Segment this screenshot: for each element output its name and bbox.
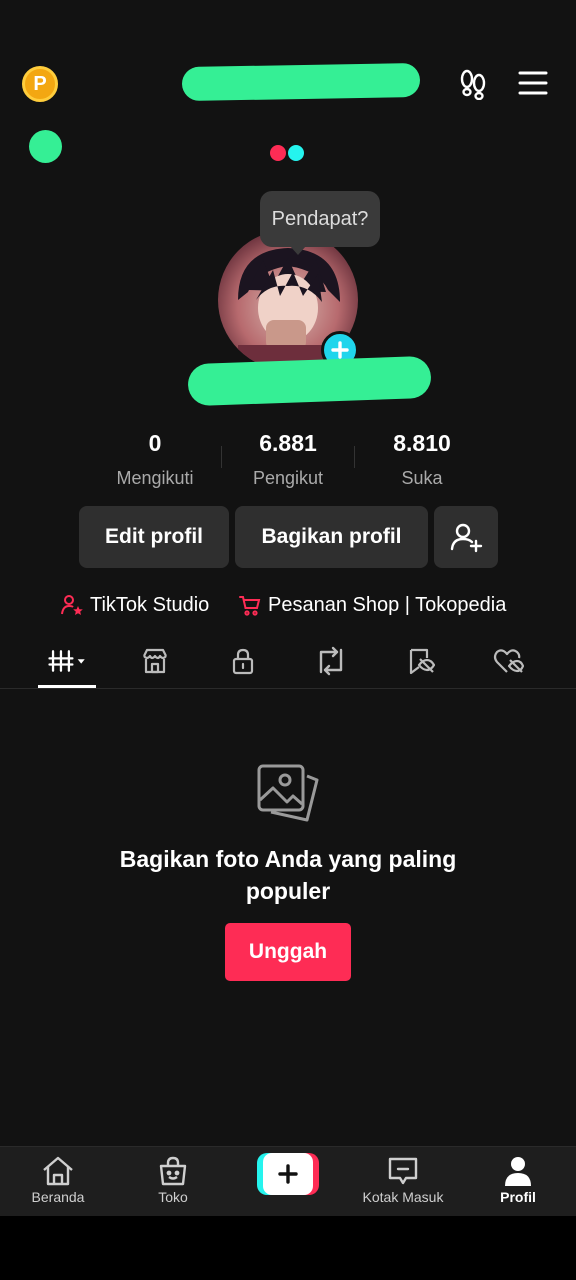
stat-likes[interactable]: 8.810 Suka bbox=[357, 430, 487, 489]
redacted-display-name bbox=[187, 355, 432, 407]
feedback-tooltip[interactable]: Pendapat? bbox=[260, 191, 380, 255]
shop-orders-link[interactable]: Pesanan Shop | Tokopedia bbox=[238, 592, 506, 618]
nav-inbox[interactable]: Kotak Masuk bbox=[348, 1155, 458, 1205]
shopping-bag-icon bbox=[159, 1156, 187, 1186]
tab-private[interactable] bbox=[221, 643, 265, 679]
likes-label: Suka bbox=[401, 468, 443, 488]
followers-label: Pengikut bbox=[252, 468, 324, 488]
stat-followers[interactable]: 6.881 Pengikut bbox=[223, 430, 353, 489]
nav-shop-label: Toko bbox=[158, 1189, 188, 1205]
tabs-divider bbox=[0, 688, 576, 689]
stat-divider bbox=[354, 446, 355, 468]
tab-reposts[interactable] bbox=[309, 643, 353, 679]
add-user-icon bbox=[450, 523, 483, 553]
liked-icon bbox=[493, 649, 524, 673]
redacted-mark bbox=[29, 130, 62, 163]
nav-profile-label: Profil bbox=[500, 1189, 536, 1205]
redacted-username bbox=[181, 62, 421, 102]
photo-icon bbox=[255, 762, 321, 826]
coin-letter: P bbox=[33, 72, 47, 95]
studio-icon bbox=[61, 595, 83, 615]
profile-icon bbox=[505, 1157, 531, 1186]
nav-profile[interactable]: Profil bbox=[463, 1155, 573, 1205]
bottom-nav: Beranda Toko Kotak Masuk Profil bbox=[0, 1146, 576, 1216]
likes-count: 8.810 bbox=[393, 430, 451, 456]
create-button[interactable] bbox=[257, 1153, 319, 1195]
following-count: 0 bbox=[148, 430, 162, 456]
followers-count: 6.881 bbox=[259, 430, 317, 456]
nav-home[interactable]: Beranda bbox=[3, 1155, 113, 1205]
tab-shop[interactable] bbox=[133, 643, 177, 679]
share-profile-button[interactable]: Bagikan profil bbox=[235, 506, 428, 568]
tab-liked[interactable] bbox=[486, 643, 530, 679]
add-friend-button[interactable] bbox=[434, 506, 498, 568]
favorites-icon bbox=[409, 648, 435, 675]
cart-icon bbox=[239, 596, 261, 616]
shop-orders-label: Pesanan Shop | Tokopedia bbox=[268, 593, 507, 616]
stat-divider bbox=[221, 446, 222, 468]
inbox-icon bbox=[388, 1157, 418, 1185]
home-icon bbox=[43, 1156, 73, 1186]
nav-inbox-label: Kotak Masuk bbox=[362, 1189, 444, 1205]
menu-icon[interactable] bbox=[516, 70, 550, 96]
footprint-icon[interactable] bbox=[456, 66, 490, 101]
tab-videos[interactable] bbox=[46, 643, 90, 679]
upload-button[interactable]: Unggah bbox=[225, 923, 351, 981]
following-label: Mengikuti bbox=[116, 468, 194, 488]
repost-icon bbox=[319, 646, 343, 676]
nav-shop[interactable]: Toko bbox=[118, 1155, 228, 1205]
plus-icon bbox=[278, 1164, 298, 1184]
edit-profile-button[interactable]: Edit profil bbox=[79, 506, 229, 568]
stat-following[interactable]: 0 Mengikuti bbox=[90, 430, 220, 489]
coin-icon[interactable]: P bbox=[22, 66, 58, 102]
tab-favorites[interactable] bbox=[398, 643, 442, 679]
tiktok-dots-icon bbox=[270, 145, 308, 161]
profile-screen: P Pendapat? 0 Mengikuti 6.881 Pengikut 8… bbox=[0, 0, 576, 1216]
nav-home-label: Beranda bbox=[31, 1189, 85, 1205]
empty-state-title: Bagikan foto Anda yang paling populer bbox=[119, 846, 457, 904]
tiktok-studio-link[interactable]: TikTok Studio bbox=[60, 592, 209, 618]
lock-icon bbox=[232, 648, 254, 675]
shop-icon bbox=[143, 648, 167, 674]
videos-grid-icon bbox=[48, 650, 85, 672]
studio-label: TikTok Studio bbox=[90, 593, 210, 616]
